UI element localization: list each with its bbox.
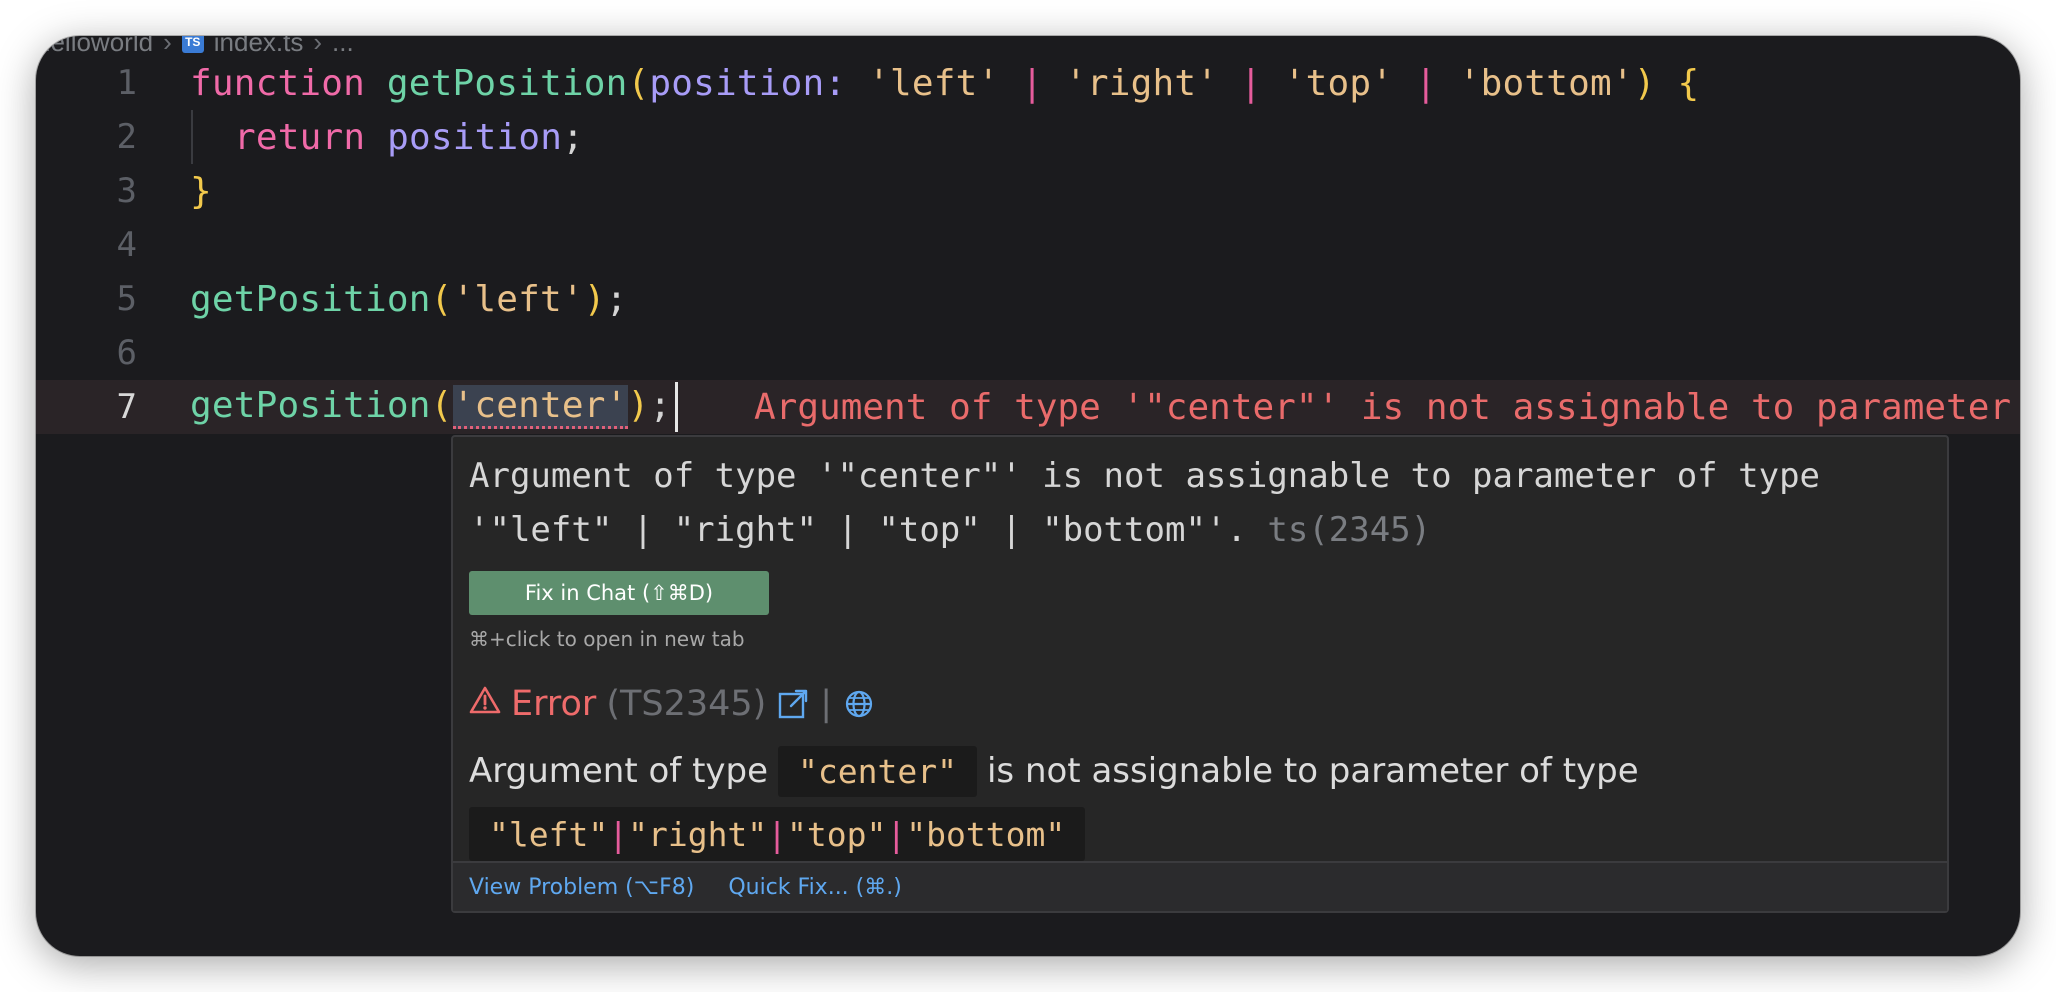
code-line[interactable]: 2 return position;: [36, 110, 2020, 164]
brace-token: }: [190, 170, 212, 212]
fix-in-chat-button[interactable]: Fix in Chat (⇧⌘D): [469, 571, 769, 615]
paren-token: (: [430, 385, 453, 426]
line-number: 2: [116, 117, 137, 157]
hover-footer: View Problem (⌥F8) Quick Fix... (⌘.): [453, 861, 1947, 911]
editor-window: helloworld › TS index.ts › ... 1 functio…: [36, 36, 2020, 956]
indent-guide: [191, 110, 193, 164]
line-number: 1: [116, 63, 137, 103]
brace-token: {: [1677, 62, 1700, 104]
code-text: return position;: [234, 117, 584, 158]
code-line[interactable]: 6: [36, 326, 2020, 380]
string-token: 'top': [1283, 62, 1394, 104]
function-token: getPosition: [190, 385, 431, 426]
paren-token: ): [627, 385, 650, 426]
string-token: 'bottom': [1458, 62, 1634, 104]
pipe-token: |: [1240, 62, 1262, 104]
breadcrumb-symbol[interactable]: ...: [332, 36, 354, 58]
keyword-token: function: [190, 62, 365, 104]
semicolon-token: ;: [605, 278, 628, 320]
hover-code-ref: ts(2345): [1267, 510, 1432, 550]
line-number: 4: [116, 225, 137, 265]
hover-message: Argument of type '"center"' is not assig…: [469, 449, 1929, 557]
breadcrumb-folder[interactable]: helloworld: [36, 36, 153, 58]
line-number: 5: [116, 279, 137, 319]
desc-suffix: is not assignable to parameter of type: [986, 751, 1639, 791]
function-token: getPosition: [190, 278, 431, 320]
code-text: getPosition('center');: [190, 382, 679, 432]
code-line[interactable]: 1 function getPosition(position: 'left' …: [36, 56, 2020, 110]
function-token: getPosition: [386, 62, 628, 104]
warning-triangle-icon: [469, 685, 501, 723]
breadcrumb-file[interactable]: index.ts: [214, 36, 304, 58]
type-right: "right": [628, 814, 768, 854]
semicolon-token: ;: [649, 385, 672, 426]
quick-fix-link[interactable]: Quick Fix... (⌘.): [728, 875, 902, 900]
typescript-file-icon: TS: [181, 36, 204, 53]
view-problem-link[interactable]: View Problem (⌥F8): [469, 875, 694, 900]
paren-token: ): [1633, 62, 1656, 104]
paren-token: ): [583, 278, 606, 320]
code-text: }: [190, 171, 212, 212]
error-description: Argument of type "center" is not assigna…: [469, 743, 1929, 799]
error-hover-popup: Argument of type '"center"' is not assig…: [451, 435, 1949, 913]
desc-prefix: Argument of type: [469, 751, 769, 791]
semicolon-token: ;: [562, 116, 584, 158]
type-left: "left": [489, 814, 609, 854]
type-top: "top": [787, 814, 887, 854]
code-line-active[interactable]: 7 getPosition('center'); Argument of typ…: [36, 380, 2020, 434]
string-token: 'left': [868, 62, 1000, 104]
line-number: 6: [116, 333, 137, 373]
expected-types-chip: "left" | "right" | "top" | "bottom": [469, 807, 1086, 861]
breadcrumb-separator: ›: [313, 36, 323, 57]
type-pipe: |: [608, 814, 629, 854]
string-token: 'left': [452, 278, 584, 320]
colon-token: :: [824, 62, 847, 104]
separator: |: [820, 684, 833, 724]
paren-token: (: [430, 278, 453, 320]
code-line[interactable]: 3 }: [36, 164, 2020, 218]
error-code: (TS2345): [606, 684, 767, 724]
globe-icon[interactable]: [842, 687, 876, 721]
type-chip: "center": [778, 745, 977, 797]
text-cursor: [675, 382, 679, 432]
type-pipe: |: [767, 814, 788, 854]
pipe-token: |: [1415, 62, 1437, 104]
pipe-token: |: [1021, 62, 1044, 104]
line-number: 3: [116, 171, 137, 211]
error-label: Error: [511, 684, 597, 724]
code-text: function getPosition(position: 'left' | …: [190, 63, 1699, 104]
code-line[interactable]: 4: [36, 218, 2020, 272]
error-string-token[interactable]: 'center': [452, 385, 628, 429]
param-token: position: [649, 62, 825, 104]
breadcrumb-separator: ›: [163, 36, 172, 57]
code-text: getPosition('left');: [190, 279, 628, 320]
error-header: Error (TS2345) |: [469, 677, 876, 731]
line-number: 7: [116, 387, 137, 427]
hover-message-text: Argument of type '"center"' is not assig…: [469, 456, 1841, 550]
type-pipe: |: [886, 814, 907, 854]
open-new-tab-hint: ⌘+click to open in new tab: [469, 627, 745, 651]
paren-token: (: [627, 62, 650, 104]
external-link-icon[interactable]: [776, 687, 810, 721]
inline-error-message: Argument of type '"center"' is not assig…: [754, 386, 2012, 428]
type-bottom: "bottom": [906, 814, 1066, 854]
string-token: 'right': [1065, 62, 1219, 104]
code-line[interactable]: 5 getPosition('left');: [36, 272, 2020, 326]
keyword-token: return: [234, 116, 366, 158]
param-token: position: [387, 116, 563, 158]
